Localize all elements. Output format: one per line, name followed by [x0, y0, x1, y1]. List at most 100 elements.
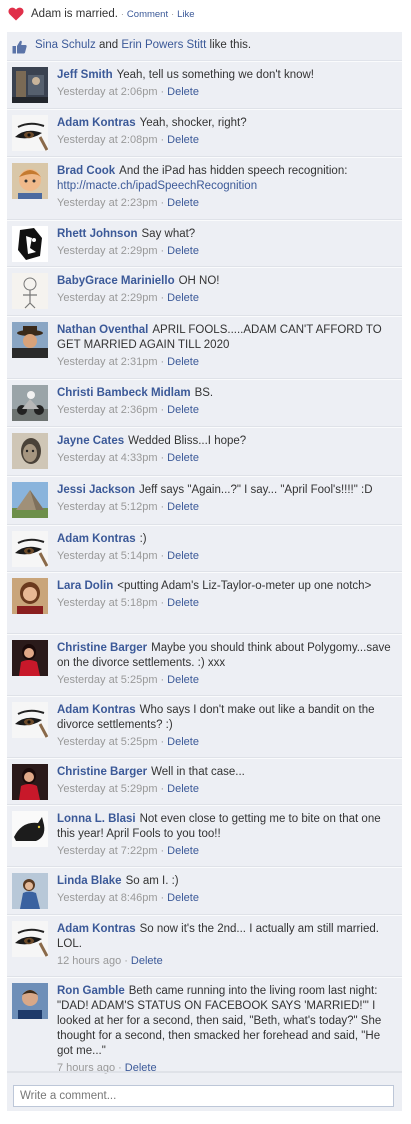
separator: ·: [160, 86, 165, 98]
delete-link[interactable]: Delete: [167, 197, 199, 209]
delete-link[interactable]: Delete: [167, 292, 199, 304]
comment-timestamp[interactable]: Yesterday at 2:29pm: [57, 292, 158, 304]
delete-link[interactable]: Delete: [167, 452, 199, 464]
comment-timestamp[interactable]: Yesterday at 2:23pm: [57, 197, 158, 209]
comment-author[interactable]: Ron Gamble: [57, 985, 125, 997]
avatar[interactable]: [12, 764, 48, 800]
comment-timestamp[interactable]: Yesterday at 5:12pm: [57, 501, 158, 513]
separator: ·: [120, 9, 124, 19]
comment-text: Say what?: [141, 228, 196, 240]
avatar[interactable]: [12, 322, 48, 358]
comment-timestamp[interactable]: Yesterday at 2:08pm: [57, 134, 158, 146]
comment-author[interactable]: Lonna L. Blasi: [57, 813, 136, 825]
comment-meta: Yesterday at 5:12pm · Delete: [57, 500, 397, 514]
comment-body: Adam Kontras So now it's the 2nd... I act…: [57, 922, 397, 968]
comment-author[interactable]: Jessi Jackson: [57, 484, 135, 496]
avatar[interactable]: [12, 811, 48, 847]
separator: ·: [160, 550, 165, 562]
like-link[interactable]: Like: [177, 9, 194, 20]
comment-author[interactable]: Adam Kontras: [57, 704, 136, 716]
comment-timestamp[interactable]: Yesterday at 2:36pm: [57, 404, 158, 416]
comment-timestamp[interactable]: Yesterday at 2:31pm: [57, 356, 158, 368]
delete-link[interactable]: Delete: [167, 86, 199, 98]
comment-timestamp[interactable]: Yesterday at 2:06pm: [57, 86, 158, 98]
comment-author[interactable]: Christine Barger: [57, 642, 147, 654]
comment-author[interactable]: Jayne Cates: [57, 435, 124, 447]
comment-item: Christine Barger Maybe you should think a…: [7, 634, 402, 696]
comment-body: Jayne Cates Wedded Bliss...I hope? Yesterd…: [57, 434, 397, 465]
comment-timestamp[interactable]: Yesterday at 8:46pm: [57, 892, 158, 904]
likes-connector: and: [98, 39, 119, 51]
avatar[interactable]: [12, 163, 48, 199]
comment-author[interactable]: BabyGrace Mariniello: [57, 275, 175, 287]
comment-item: Lara Dolin <putting Adam's Liz-Taylor-o-m…: [7, 572, 402, 634]
delete-link[interactable]: Delete: [167, 245, 199, 257]
comment-url-link[interactable]: http://macte.ch/ipadSpeechRecognition: [57, 180, 257, 192]
delete-link[interactable]: Delete: [167, 597, 199, 609]
delete-link[interactable]: Delete: [167, 783, 199, 795]
comment-timestamp[interactable]: Yesterday at 5:18pm: [57, 597, 158, 609]
comment-timestamp[interactable]: Yesterday at 2:29pm: [57, 245, 158, 257]
liker-link[interactable]: Sina Schulz: [35, 39, 96, 51]
comment-link[interactable]: Comment: [127, 9, 168, 20]
comment-timestamp[interactable]: Yesterday at 5:25pm: [57, 674, 158, 686]
comment-meta: Yesterday at 5:29pm · Delete: [57, 782, 397, 796]
avatar[interactable]: [12, 983, 48, 1019]
delete-link[interactable]: Delete: [167, 134, 199, 146]
comment-meta: Yesterday at 2:31pm · Delete: [57, 355, 397, 369]
comment-timestamp[interactable]: 12 hours ago: [57, 955, 121, 967]
comment-timestamp[interactable]: Yesterday at 7:22pm: [57, 845, 158, 857]
comment-author[interactable]: Nathan Oventhal: [57, 324, 148, 336]
separator: ·: [160, 356, 165, 368]
delete-link[interactable]: Delete: [167, 356, 199, 368]
avatar[interactable]: [12, 921, 48, 957]
delete-link[interactable]: Delete: [167, 892, 199, 904]
comment-body: Adam Kontras Who says I don't make out li…: [57, 703, 397, 749]
comment-author[interactable]: Brad Cook: [57, 165, 115, 177]
avatar[interactable]: [12, 578, 48, 614]
comment-item: Adam Kontras So now it's the 2nd... I act…: [7, 915, 402, 977]
comment-author[interactable]: Adam Kontras: [57, 117, 136, 129]
avatar[interactable]: [12, 385, 48, 421]
comment-meta: Yesterday at 5:25pm · Delete: [57, 673, 397, 687]
status-text: Adam is married.: [31, 8, 118, 20]
delete-link[interactable]: Delete: [167, 674, 199, 686]
comment-item: Christine Barger Well in that case... Yest…: [7, 758, 402, 805]
avatar[interactable]: [12, 433, 48, 469]
delete-link[interactable]: Delete: [167, 845, 199, 857]
delete-link[interactable]: Delete: [167, 550, 199, 562]
delete-link[interactable]: Delete: [131, 955, 163, 967]
avatar[interactable]: [12, 873, 48, 909]
delete-link[interactable]: Delete: [167, 501, 199, 513]
comment-meta: Yesterday at 2:06pm · Delete: [57, 85, 397, 99]
avatar[interactable]: [12, 115, 48, 151]
comment-meta: Yesterday at 2:23pm · Delete: [57, 196, 397, 210]
avatar[interactable]: [12, 640, 48, 676]
delete-link[interactable]: Delete: [167, 404, 199, 416]
comment-timestamp[interactable]: Yesterday at 5:25pm: [57, 736, 158, 748]
avatar[interactable]: [12, 702, 48, 738]
comment-author[interactable]: Linda Blake: [57, 875, 122, 887]
comment-timestamp[interactable]: Yesterday at 4:33pm: [57, 452, 158, 464]
comment-author[interactable]: Rhett Johnson: [57, 228, 138, 240]
comment-meta: Yesterday at 2:08pm · Delete: [57, 133, 397, 147]
comment-author[interactable]: Adam Kontras: [57, 533, 136, 545]
avatar[interactable]: [12, 226, 48, 262]
comment-author[interactable]: Christi Bambeck Midlam: [57, 387, 191, 399]
comment-timestamp[interactable]: Yesterday at 5:29pm: [57, 783, 158, 795]
comment-timestamp[interactable]: Yesterday at 5:14pm: [57, 550, 158, 562]
delete-link[interactable]: Delete: [167, 736, 199, 748]
comment-item: Adam Kontras Yeah, shocker, right? Yesterd…: [7, 109, 402, 157]
avatar[interactable]: [12, 67, 48, 103]
comment-author[interactable]: Jeff Smith: [57, 69, 113, 81]
avatar[interactable]: [12, 273, 48, 309]
comment-body: Lonna L. Blasi Not even close to getting …: [57, 812, 397, 858]
comment-author[interactable]: Adam Kontras: [57, 923, 136, 935]
comment-author[interactable]: Christine Barger: [57, 766, 147, 778]
avatar[interactable]: [12, 482, 48, 518]
comment-input[interactable]: [13, 1085, 394, 1107]
avatar[interactable]: [12, 531, 48, 567]
liker-link[interactable]: Erin Powers Stitt: [121, 39, 206, 51]
comment-author[interactable]: Lara Dolin: [57, 580, 113, 592]
comment-meta: Yesterday at 5:14pm · Delete: [57, 549, 397, 563]
